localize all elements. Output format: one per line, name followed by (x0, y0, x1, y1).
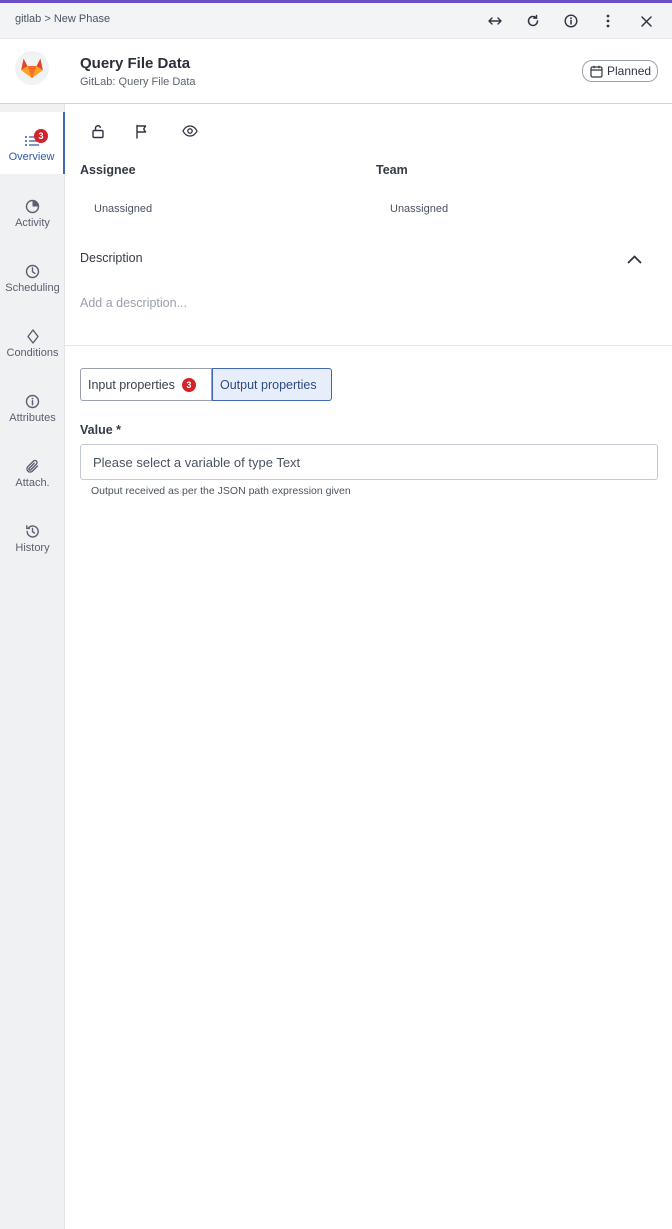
assignee-selector[interactable]: Unassigned (94, 203, 152, 215)
top-toolbar: gitlab > New Phase (0, 3, 672, 39)
sidebar-item-label: Attributes (9, 412, 56, 424)
info-icon[interactable] (560, 10, 582, 32)
task-header: Query File Data GitLab: Query File Data … (0, 39, 672, 104)
page-title: Query File Data (80, 55, 191, 72)
value-helper-text: Output received as per the JSON path exp… (91, 485, 351, 497)
tab-label: Input properties (88, 377, 175, 392)
tab-input-properties[interactable]: Input properties 3 (80, 368, 212, 401)
gitlab-logo-icon (15, 51, 49, 85)
sidebar-item-label: Scheduling (5, 282, 60, 294)
tab-label: Output properties (220, 377, 317, 392)
sidebar-item-label: Overview (8, 151, 55, 163)
team-label: Team (376, 163, 408, 177)
sidebar: Overview 3 Activity Scheduling Condition… (0, 104, 65, 1229)
close-icon[interactable] (635, 10, 657, 32)
pie-chart-icon (25, 199, 40, 214)
overview-count-badge: 3 (34, 129, 48, 143)
flag-icon[interactable] (131, 121, 151, 141)
input-count-badge: 3 (181, 377, 196, 392)
value-variable-input[interactable] (80, 444, 658, 480)
sidebar-item-activity[interactable]: Activity (0, 177, 65, 239)
status-label: Planned (607, 64, 652, 78)
sidebar-item-attributes[interactable]: Attributes (0, 372, 65, 434)
history-icon (26, 525, 39, 538)
sidebar-item-attachments[interactable]: Attach. (0, 437, 65, 499)
calendar-icon (590, 65, 603, 78)
page-subtitle: GitLab: Query File Data (80, 76, 196, 88)
sidebar-item-conditions[interactable]: Conditions (0, 307, 65, 369)
tab-output-properties[interactable]: Output properties (212, 368, 332, 401)
description-title: Description (80, 251, 143, 265)
paperclip-icon (26, 459, 39, 473)
sidebar-item-scheduling[interactable]: Scheduling (0, 242, 65, 304)
info-icon (25, 394, 40, 409)
unlock-icon[interactable] (88, 121, 108, 141)
diamond-icon (26, 329, 39, 344)
team-selector[interactable]: Unassigned (390, 203, 448, 215)
refresh-icon[interactable] (522, 10, 544, 32)
clock-icon (25, 264, 40, 279)
sidebar-item-history[interactable]: History (0, 502, 65, 564)
watch-eye-icon[interactable] (180, 121, 200, 141)
properties-tabs: Input properties 3 Output properties (80, 368, 332, 401)
section-divider (65, 345, 672, 346)
sidebar-item-label: History (15, 542, 50, 554)
assignee-label: Assignee (80, 163, 136, 177)
sidebar-item-label: Conditions (6, 347, 59, 359)
value-label: Value * (80, 423, 121, 437)
sidebar-item-label: Activity (15, 217, 50, 229)
sidebar-item-overview[interactable]: Overview 3 (0, 112, 65, 174)
chevron-up-icon[interactable] (624, 250, 644, 268)
sidebar-item-label: Attach. (15, 477, 50, 489)
breadcrumb: gitlab > New Phase (15, 13, 111, 25)
more-vertical-icon[interactable] (597, 10, 619, 32)
expand-horizontal-icon[interactable] (484, 10, 506, 32)
description-input[interactable]: Add a description... (80, 296, 187, 310)
status-badge[interactable]: Planned (582, 60, 658, 82)
